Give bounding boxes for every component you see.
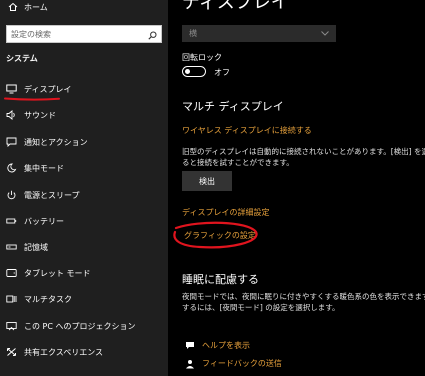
sidebar-item-notifications[interactable]: 通知とアクション <box>0 131 168 153</box>
sidebar-item-label: サウンド <box>24 110 56 120</box>
annotation-circle <box>173 221 258 249</box>
annotation-underline <box>4 97 60 101</box>
monitor-icon <box>4 84 18 94</box>
feedback-person-icon <box>184 359 196 369</box>
battery-icon <box>4 216 18 226</box>
sidebar: ホーム システム ディスプレイ サウンド 通知とアクション 集中モード <box>0 0 168 376</box>
sidebar-item-shared-experiences[interactable]: 共有エクスペリエンス <box>0 341 168 363</box>
chevron-down-icon <box>321 29 329 38</box>
projection-icon <box>4 321 18 331</box>
section-title: システム <box>6 54 38 63</box>
shared-experience-icon <box>4 347 18 357</box>
sidebar-item-label: 通知とアクション <box>24 137 88 147</box>
help-chat-icon <box>184 341 196 351</box>
orientation-dropdown[interactable]: 横 <box>182 25 336 42</box>
rotation-lock-state: オフ <box>214 68 230 77</box>
orientation-value: 横 <box>189 29 197 38</box>
sidebar-item-label: 共有エクスペリエンス <box>24 347 104 357</box>
page-title: ディスプレイ <box>182 0 289 13</box>
toggle-knob <box>185 68 190 74</box>
search-input[interactable] <box>11 29 141 39</box>
sidebar-item-label: 集中モード <box>24 163 64 173</box>
power-icon <box>4 190 18 200</box>
sidebar-item-label: ディスプレイ <box>24 84 72 94</box>
sidebar-item-battery[interactable]: バッテリー <box>0 210 168 232</box>
home-link[interactable]: ホーム <box>6 0 48 16</box>
help-link-label: ヘルプを表示 <box>202 341 250 350</box>
home-label: ホーム <box>24 2 48 12</box>
home-icon <box>6 2 20 12</box>
feedback-link-label: フィードバックの送信 <box>202 359 282 368</box>
sidebar-item-power[interactable]: 電源とスリープ <box>0 184 168 206</box>
sidebar-item-storage[interactable]: 記憶域 <box>0 236 168 258</box>
search-box[interactable] <box>6 25 162 43</box>
sidebar-item-label: この PC へのプロジェクション <box>24 321 136 331</box>
wireless-display-link[interactable]: ワイヤレス ディスプレイに接続する <box>182 125 312 136</box>
sidebar-item-label: バッテリー <box>24 216 64 226</box>
main-content: ディスプレイ 横 回転ロック オフ マルチ ディスプレイ ワイヤレス ディスプレ… <box>168 0 425 376</box>
sleep-description-line2: するには、[夜間モード] の設定を選択します。 <box>182 303 340 312</box>
sidebar-item-label: タブレット モード <box>24 268 91 278</box>
help-link[interactable]: ヘルプを表示 <box>184 340 250 351</box>
sidebar-item-tablet[interactable]: タブレット モード <box>0 262 168 284</box>
detect-button[interactable]: 検出 <box>182 171 232 191</box>
multi-display-heading: マルチ ディスプレイ <box>182 100 284 113</box>
rotation-lock-toggle[interactable] <box>182 66 206 77</box>
detect-description-line1: 旧型のディスプレイは自動的に接続されないことがあります。[検出] を選択す <box>182 147 425 156</box>
speaker-icon <box>4 110 18 120</box>
search-icon[interactable] <box>148 25 157 44</box>
sidebar-item-sound[interactable]: サウンド <box>0 104 168 126</box>
advanced-display-settings-link[interactable]: ディスプレイの詳細設定 <box>182 207 269 218</box>
multitask-icon <box>4 294 18 304</box>
sidebar-item-projection[interactable]: この PC へのプロジェクション <box>0 315 168 337</box>
rotation-lock-label: 回転ロック <box>182 53 222 62</box>
sidebar-item-label: 電源とスリープ <box>24 190 80 200</box>
sleep-description-line1: 夜間モードでは、夜間に眠りに付きやすくする暖色系の色を表示できます。 <box>182 292 425 301</box>
sidebar-item-multitasking[interactable]: マルチタスク <box>0 288 168 310</box>
tablet-icon <box>4 268 18 278</box>
feedback-link[interactable]: フィードバックの送信 <box>184 358 282 369</box>
sleep-heading: 睡眠に配慮する <box>182 273 259 286</box>
storage-icon <box>4 242 18 252</box>
sidebar-item-label: 記憶域 <box>24 242 48 252</box>
sidebar-item-label: マルチタスク <box>24 294 72 304</box>
moon-icon <box>4 163 18 173</box>
sidebar-item-focus[interactable]: 集中モード <box>0 157 168 179</box>
notification-icon <box>4 137 18 147</box>
detect-description-line2: ると接続を試すことができます。 <box>182 158 294 167</box>
